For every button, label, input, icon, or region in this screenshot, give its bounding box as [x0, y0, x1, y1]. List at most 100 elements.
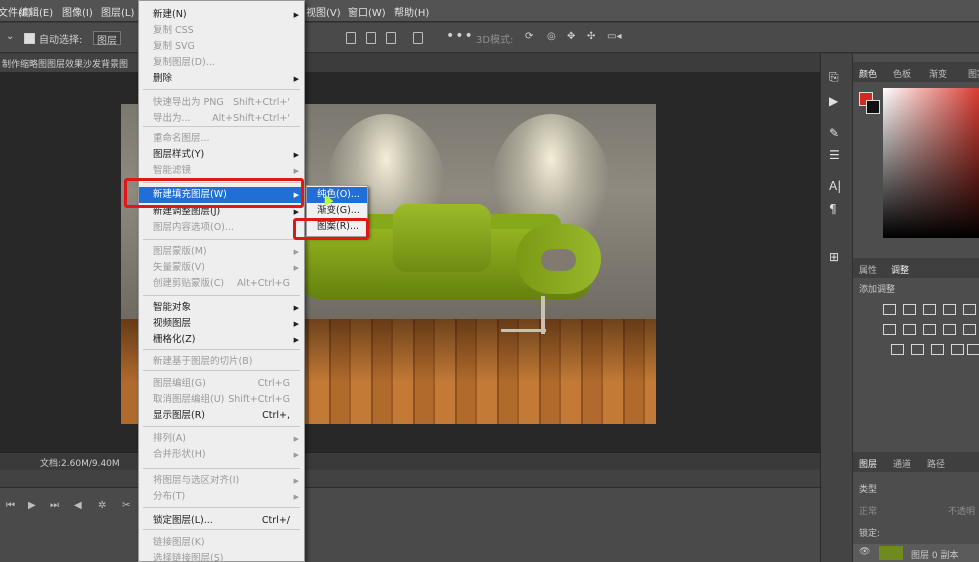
threshold-icon[interactable] [931, 344, 944, 355]
sofa-pillow [393, 204, 491, 272]
selective-color-icon[interactable] [967, 344, 979, 355]
menu-item[interactable]: 智能对象 ▶ [139, 300, 304, 316]
align-left-icon[interactable] [413, 32, 423, 44]
menu-item-label: 智能对象 [153, 302, 192, 313]
settings-icon[interactable]: ✲ [98, 500, 106, 511]
layer-row[interactable]: 👁 图层 0 副本 [853, 544, 979, 562]
adjust-sliders-icon[interactable]: ☰ [829, 148, 840, 162]
posterize-icon[interactable] [911, 344, 924, 355]
tab-gradients[interactable]: 渐变 [929, 67, 947, 80]
layer-filter-select[interactable]: 类型 [859, 482, 877, 495]
tab-properties[interactable]: 属性 [859, 263, 877, 276]
menu-edit[interactable]: 编辑(E) [19, 4, 53, 19]
menu-item: 矢量蒙版(V) ▶ [139, 260, 304, 276]
menu-item-label: 新建基于图层的切片(B) [153, 356, 253, 367]
right-panels: 颜色 色板 渐变 图案 属性 调整 添加调整 图层 通道 路径 类型 正常 不透… [852, 54, 979, 562]
black-white-icon[interactable] [923, 324, 936, 335]
chevron-down-icon[interactable]: ⌄ [6, 31, 14, 45]
tab-color[interactable]: 颜色 [859, 67, 877, 80]
menu-item[interactable]: 栅格化(Z) ▶ [139, 332, 304, 348]
brightness-icon[interactable] [883, 304, 896, 315]
audio-icon[interactable]: ◀ [74, 500, 82, 511]
layer-thumbnail [879, 546, 903, 560]
document-tab[interactable]: 制作缩略图图层效果沙发背景图 [0, 54, 138, 72]
color-picker-field[interactable] [883, 88, 979, 238]
document-size: 文档:2.60M/9.40M [40, 459, 120, 469]
hue-saturation-icon[interactable] [883, 324, 896, 335]
vibrance-icon[interactable] [963, 304, 976, 315]
roll-3d-icon[interactable]: ◎ [547, 31, 556, 45]
menu-item-label: 锁定图层(L)... [153, 515, 213, 526]
3d-mode-icon[interactable]: 3D模式: [476, 31, 513, 46]
menu-item: 导出为... Alt+Shift+Ctrl+' [139, 111, 304, 127]
submenu-arrow-icon: ▶ [293, 304, 299, 312]
align-top-icon[interactable] [346, 32, 356, 44]
menu-item-label: 重命名图层... [153, 133, 210, 144]
actions-play-icon[interactable]: ▶ [829, 94, 838, 108]
menu-item: 创建剪贴蒙版(C) Alt+Ctrl+G [139, 276, 304, 292]
tab-channels[interactable]: 通道 [893, 457, 911, 470]
menu-item[interactable]: 视频图层 ▶ [139, 316, 304, 332]
photo-filter-icon[interactable] [943, 324, 956, 335]
menu-separator [143, 529, 300, 530]
levels-icon[interactable] [903, 304, 916, 315]
menu-layer[interactable]: 图层(L) [101, 4, 134, 19]
submenu-item[interactable]: 渐变(G)... [307, 203, 367, 219]
align-bottom-icon[interactable] [386, 32, 396, 44]
first-frame-icon[interactable]: ⏮ [6, 500, 15, 511]
layer-comps-icon[interactable]: ⊞ [829, 250, 839, 264]
curves-icon[interactable] [923, 304, 936, 315]
submenu-arrow-icon: ▶ [293, 151, 299, 159]
blend-mode-select[interactable]: 正常 [859, 504, 877, 517]
drag-3d-icon[interactable]: ✥ [567, 31, 575, 45]
tab-adjustments[interactable]: 调整 [891, 263, 909, 276]
split-icon[interactable]: ✂ [122, 500, 130, 511]
auto-select-dropdown[interactable]: 图层 [93, 31, 121, 47]
menu-separator [143, 468, 300, 469]
channel-mixer-icon[interactable] [963, 324, 976, 335]
rotate-3d-icon[interactable]: ⟳ [525, 31, 533, 45]
align-middle-icon[interactable] [366, 32, 376, 44]
menu-item: 将图层与选区对齐(I) ▶ [139, 473, 304, 489]
invert-icon[interactable] [891, 344, 904, 355]
more-options-icon[interactable]: ••• [446, 28, 474, 44]
menu-item: 排列(A) ▶ [139, 431, 304, 447]
gradient-map-icon[interactable] [951, 344, 964, 355]
tab-patterns[interactable]: 图案 [968, 67, 979, 80]
submenu-arrow-icon: ▶ [293, 167, 299, 175]
menu-help[interactable]: 帮助(H) [394, 4, 429, 19]
exposure-icon[interactable] [943, 304, 956, 315]
menu-item-label: 矢量蒙版(V) [153, 262, 205, 273]
menu-item[interactable]: 图层样式(Y) ▶ [139, 147, 304, 163]
auto-select-checkbox[interactable] [24, 33, 35, 44]
menu-item-label: 删除 [153, 73, 173, 84]
color-balance-icon[interactable] [903, 324, 916, 335]
menu-item[interactable]: 删除 ▶ [139, 71, 304, 87]
menu-image[interactable]: 图像(I) [62, 4, 93, 19]
menu-item[interactable]: 显示图层(R) Ctrl+, [139, 408, 304, 424]
character-icon[interactable]: A| [829, 179, 841, 193]
submenu-item[interactable]: 纯色(O)... [307, 187, 367, 203]
menu-item[interactable]: 新建(N) ▶ [139, 7, 304, 23]
brush-icon[interactable]: ✎ [829, 126, 839, 140]
tab-paths[interactable]: 路径 [927, 457, 945, 470]
tab-swatches[interactable]: 色板 [893, 67, 911, 80]
menu-window[interactable]: 窗口(W) [348, 4, 386, 19]
sofa-arm-opening [541, 249, 576, 271]
tab-layers[interactable]: 图层 [859, 457, 877, 470]
visibility-eye-icon[interactable]: 👁 [859, 547, 870, 557]
menu-item-label: 取消图层编组(U) [153, 394, 225, 405]
menu-item-label: 分布(T) [153, 491, 186, 502]
menu-view[interactable]: 视图(V) [306, 4, 341, 19]
panel-tool-strip: ⎘ ▶ ✎ ☰ A| ¶ ⊞ [820, 54, 852, 562]
slide-3d-icon[interactable]: ✣ [587, 31, 595, 45]
background-color-swatch[interactable] [866, 100, 880, 114]
menu-item-label: 链接图层(K) [153, 537, 205, 548]
menu-item[interactable]: 锁定图层(L)... Ctrl+/ [139, 513, 304, 529]
video-camera-icon[interactable]: ▭◂ [607, 31, 621, 45]
menu-item-label: 智能滤镜 [153, 165, 192, 176]
history-icon[interactable]: ⎘ [829, 70, 839, 85]
next-frame-icon[interactable]: ⏭ [50, 500, 59, 511]
paragraph-icon[interactable]: ¶ [829, 202, 837, 216]
play-icon[interactable]: ▶ [28, 500, 36, 511]
